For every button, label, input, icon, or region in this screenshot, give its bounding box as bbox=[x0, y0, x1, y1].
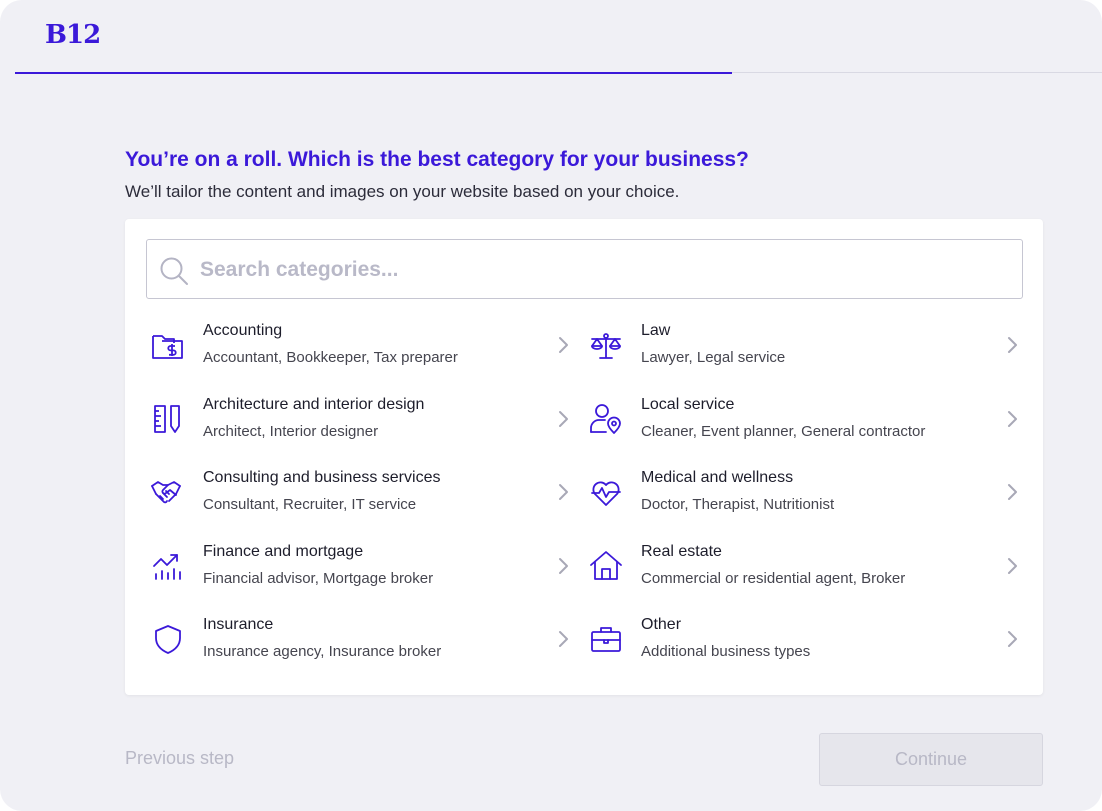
chart-growth-icon bbox=[153, 554, 181, 580]
scales-icon bbox=[591, 333, 621, 359]
category-law[interactable]: Law Lawyer, Legal service bbox=[588, 321, 1018, 377]
b12-logo[interactable]: B12 bbox=[45, 20, 101, 50]
category-description: Accountant, Bookkeeper, Tax preparer bbox=[203, 349, 458, 366]
category-architecture[interactable]: Architecture and interior design Archite… bbox=[150, 395, 580, 451]
category-title: Local service bbox=[641, 396, 735, 413]
category-finance[interactable]: Finance and mortgage Financial advisor, … bbox=[150, 542, 580, 598]
category-title: Other bbox=[641, 616, 682, 633]
category-title: Accounting bbox=[203, 322, 283, 339]
chevron-right-icon bbox=[1008, 337, 1017, 353]
chevron-right-icon bbox=[559, 631, 568, 647]
progress-bar-fill bbox=[15, 71, 733, 74]
category-description: Lawyer, Legal service bbox=[641, 349, 786, 366]
page-subtitle: We’ll tailor the content and images on y… bbox=[125, 182, 680, 201]
category-card: Accounting Accountant, Bookkeeper, Tax p… bbox=[125, 219, 1043, 695]
category-title: Insurance bbox=[203, 616, 274, 633]
chevron-right-icon bbox=[1008, 558, 1017, 574]
previous-step-link[interactable]: Previous step bbox=[125, 748, 234, 769]
chevron-right-icon bbox=[1008, 631, 1017, 647]
chevron-right-icon bbox=[559, 411, 568, 427]
ruler-pencil-icon bbox=[154, 405, 180, 433]
search-icon bbox=[160, 257, 188, 285]
chevron-right-icon bbox=[1008, 484, 1017, 500]
category-title: Architecture and interior design bbox=[203, 396, 425, 413]
category-description: Financial advisor, Mortgage broker bbox=[203, 570, 434, 587]
person-location-icon bbox=[590, 404, 621, 434]
category-description: Insurance agency, Insurance broker bbox=[203, 643, 442, 660]
category-description: Commercial or residential agent, Broker bbox=[641, 570, 906, 587]
category-consulting[interactable]: Consulting and business services Consult… bbox=[150, 468, 580, 524]
category-title: Medical and wellness bbox=[641, 469, 794, 486]
search-box[interactable] bbox=[146, 239, 1023, 299]
category-title: Finance and mortgage bbox=[203, 543, 364, 560]
briefcase-icon bbox=[591, 627, 621, 652]
chevron-right-icon bbox=[1008, 411, 1017, 427]
category-accounting[interactable]: Accounting Accountant, Bookkeeper, Tax p… bbox=[150, 321, 580, 377]
category-description: Architect, Interior designer bbox=[203, 423, 379, 440]
handshake-icon bbox=[151, 481, 181, 504]
shield-icon bbox=[155, 625, 181, 654]
progress-bar bbox=[15, 71, 1102, 74]
category-insurance[interactable]: Insurance Insurance agency, Insurance br… bbox=[150, 615, 580, 671]
category-real-estate[interactable]: Real estate Commercial or residential ag… bbox=[588, 542, 1018, 598]
onboarding-window: B12 You’re on a roll. Which is the best … bbox=[0, 0, 1102, 811]
continue-button[interactable]: Continue bbox=[819, 733, 1043, 786]
category-description: Consultant, Recruiter, IT service bbox=[203, 496, 417, 513]
category-medical[interactable]: Medical and wellness Doctor, Therapist, … bbox=[588, 468, 1018, 524]
chevron-right-icon bbox=[559, 337, 568, 353]
chevron-right-icon bbox=[559, 484, 568, 500]
category-description: Doctor, Therapist, Nutritionist bbox=[641, 496, 835, 513]
category-title: Real estate bbox=[641, 543, 722, 560]
category-description: Additional business types bbox=[641, 643, 811, 660]
folder-dollar-icon bbox=[152, 335, 183, 359]
heart-pulse-icon bbox=[591, 481, 621, 506]
category-description: Cleaner, Event planner, General contract… bbox=[641, 423, 926, 440]
chevron-right-icon bbox=[559, 558, 568, 574]
house-icon bbox=[590, 551, 622, 580]
category-local-service[interactable]: Local service Cleaner, Event planner, Ge… bbox=[588, 395, 1018, 451]
category-title: Law bbox=[641, 322, 671, 339]
category-other[interactable]: Other Additional business types bbox=[588, 615, 1018, 671]
page-title: You’re on a roll. Which is the best cate… bbox=[125, 148, 749, 171]
category-title: Consulting and business services bbox=[203, 469, 441, 486]
search-input[interactable] bbox=[200, 252, 1000, 288]
